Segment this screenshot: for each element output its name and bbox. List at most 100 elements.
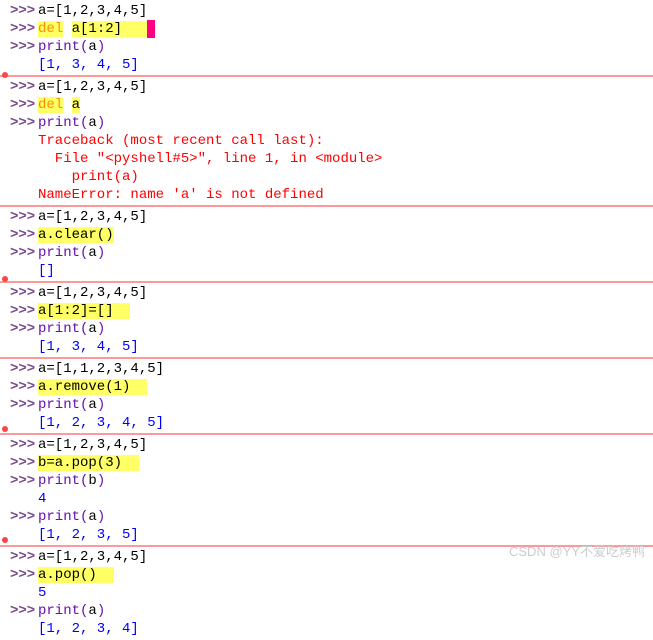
input-line: >>>print(a) — [0, 602, 653, 620]
code-segment: a=[1,2,3,4,5] — [38, 285, 147, 301]
code-segment: a — [88, 509, 96, 525]
prompt-column: >>> — [0, 226, 38, 244]
marker-dot-icon — [2, 276, 8, 282]
output-line: NameError: name 'a' is not defined — [0, 186, 653, 204]
code-column: print(a) — [38, 168, 653, 186]
code-segment: ) — [97, 397, 105, 413]
output-line: 4 — [0, 490, 653, 508]
prompt-column: >>> — [0, 454, 38, 472]
output-line: print(a) — [0, 168, 653, 186]
marker-dot-icon — [2, 537, 8, 543]
prompt-column: >>> — [0, 114, 38, 132]
code-segment: [1, 2, 3, 4] — [38, 621, 139, 637]
prompt-column: >>> — [0, 396, 38, 414]
code-segment: ) — [97, 473, 105, 489]
prompt-column: >>> — [0, 378, 38, 396]
code-segment: 4 — [38, 491, 46, 507]
code-column: del a — [38, 96, 653, 114]
code-segment: [1, 2, 3, 5] — [38, 527, 139, 543]
code-segment: ) — [97, 245, 105, 261]
code-segment: print — [38, 603, 80, 619]
code-segment: ( — [80, 603, 88, 619]
prompt-column: >>> — [0, 566, 38, 584]
code-segment — [114, 303, 131, 319]
code-column: 4 — [38, 490, 653, 508]
code-segment: a — [88, 39, 96, 55]
code-segment — [122, 455, 139, 471]
code-column: a=[1,1,2,3,4,5] — [38, 360, 653, 378]
python-prompt: >>> — [10, 39, 35, 55]
code-column: a.clear() — [38, 226, 653, 244]
python-prompt: >>> — [10, 79, 35, 95]
code-segment — [97, 567, 114, 583]
code-segment: print — [38, 39, 80, 55]
python-prompt: >>> — [10, 285, 35, 301]
code-segment: a.clear() — [38, 227, 114, 243]
output-line: [1, 2, 3, 4, 5] — [0, 414, 653, 432]
code-segment: print — [38, 115, 80, 131]
prompt-column: >>> — [0, 38, 38, 56]
prompt-column: >>> — [0, 78, 38, 96]
python-prompt: >>> — [10, 567, 35, 583]
code-segment: a — [88, 397, 96, 413]
input-line: >>>print(a) — [0, 396, 653, 414]
python-prompt: >>> — [10, 397, 35, 413]
code-segment — [63, 97, 71, 113]
code-segment: ) — [97, 39, 105, 55]
code-column: 5 — [38, 584, 653, 602]
input-line: >>>print(a) — [0, 508, 653, 526]
prompt-column: >>> — [0, 508, 38, 526]
code-segment: a=[1,2,3,4,5] — [38, 437, 147, 453]
python-prompt: >>> — [10, 473, 35, 489]
code-column: [1, 3, 4, 5] — [38, 338, 653, 356]
code-segment: ) — [97, 509, 105, 525]
input-line: >>>a=[1,1,2,3,4,5] — [0, 360, 653, 378]
input-line: >>>a=[1,2,3,4,5] — [0, 2, 653, 20]
python-prompt: >>> — [10, 509, 35, 525]
section-divider — [0, 75, 653, 77]
code-segment: print — [38, 321, 80, 337]
code-column: [1, 3, 4, 5] — [38, 56, 653, 74]
code-column: a=[1,2,3,4,5] — [38, 284, 653, 302]
code-segment: del — [38, 21, 63, 37]
python-prompt: >>> — [10, 21, 35, 37]
code-column: del a[1:2] — [38, 20, 653, 38]
code-segment: a=[1,2,3,4,5] — [38, 209, 147, 225]
code-column: File "<pyshell#5>", line 1, in <module> — [38, 150, 653, 168]
code-column: a[1:2]=[] — [38, 302, 653, 320]
code-segment — [122, 21, 147, 37]
prompt-column: >>> — [0, 320, 38, 338]
code-segment — [147, 20, 155, 38]
output-line: [1, 2, 3, 4] — [0, 620, 653, 638]
marker-dot-icon — [2, 426, 8, 432]
python-prompt: >>> — [10, 361, 35, 377]
python-prompt: >>> — [10, 437, 35, 453]
input-line: >>>a=[1,2,3,4,5] — [0, 284, 653, 302]
code-column: [1, 2, 3, 4, 5] — [38, 414, 653, 432]
code-column: print(a) — [38, 320, 653, 338]
code-segment: [1, 2, 3, 4, 5] — [38, 415, 164, 431]
prompt-column: >>> — [0, 472, 38, 490]
code-segment: a=[1,2,3,4,5] — [38, 79, 147, 95]
input-line: >>>print(a) — [0, 244, 653, 262]
section-divider — [0, 205, 653, 207]
code-column: [1, 2, 3, 4] — [38, 620, 653, 638]
code-segment — [130, 379, 147, 395]
code-column: a=[1,2,3,4,5] — [38, 436, 653, 454]
code-column: print(a) — [38, 244, 653, 262]
code-segment: File "<pyshell#5>", line 1, in <module> — [38, 151, 382, 167]
input-line: >>>del a[1:2] — [0, 20, 653, 38]
input-line: >>>a=[1,2,3,4,5] — [0, 436, 653, 454]
input-line: >>>b=a.pop(3) — [0, 454, 653, 472]
prompt-column: >>> — [0, 602, 38, 620]
code-segment: a — [88, 321, 96, 337]
prompt-column: >>> — [0, 548, 38, 566]
code-segment: print — [38, 509, 80, 525]
code-segment: [] — [38, 263, 55, 279]
code-segment: a — [88, 115, 96, 131]
section-divider — [0, 433, 653, 435]
code-segment: a=[1,2,3,4,5] — [38, 549, 147, 565]
python-prompt: >>> — [10, 303, 35, 319]
python-prompt: >>> — [10, 115, 35, 131]
python-prompt: >>> — [10, 97, 35, 113]
